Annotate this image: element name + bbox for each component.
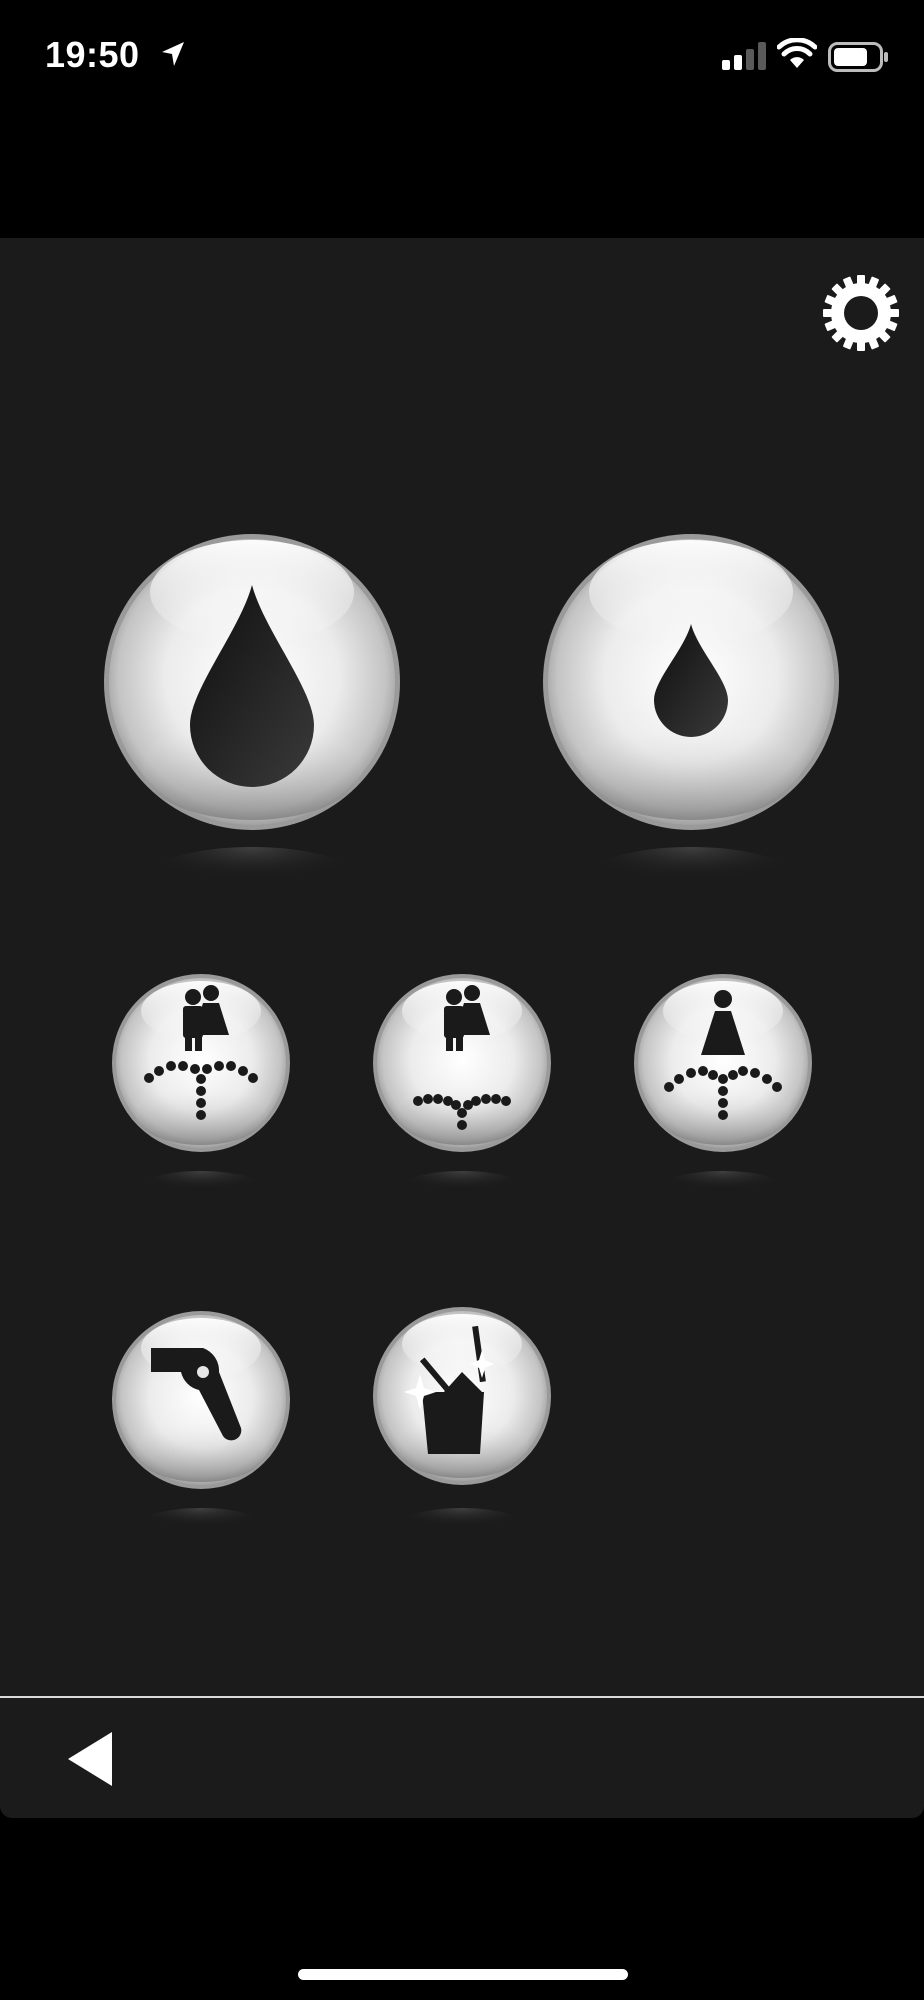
location-arrow-icon	[160, 40, 186, 73]
large-flush-button[interactable]	[104, 530, 400, 910]
wifi-icon	[776, 37, 818, 75]
back-triangle-icon	[68, 1732, 112, 1786]
cellular-signal-icon	[722, 42, 768, 75]
battery-icon	[828, 42, 890, 77]
home-indicator[interactable]	[298, 1969, 628, 1980]
nozzle-clean-button[interactable]	[372, 1307, 552, 1542]
status-bar: 19:50	[0, 0, 924, 120]
dryer-button[interactable]	[111, 1311, 291, 1542]
settings-button[interactable]	[822, 274, 900, 357]
status-time: 19:50	[45, 34, 140, 75]
gear-icon	[823, 275, 899, 351]
back-button[interactable]	[66, 1730, 116, 1793]
small-flush-button[interactable]	[543, 530, 839, 910]
rear-wash-button[interactable]	[111, 974, 291, 1205]
wide-wash-button[interactable]	[372, 974, 552, 1205]
bottom-divider	[0, 1696, 924, 1698]
lady-wash-button[interactable]	[633, 974, 813, 1205]
